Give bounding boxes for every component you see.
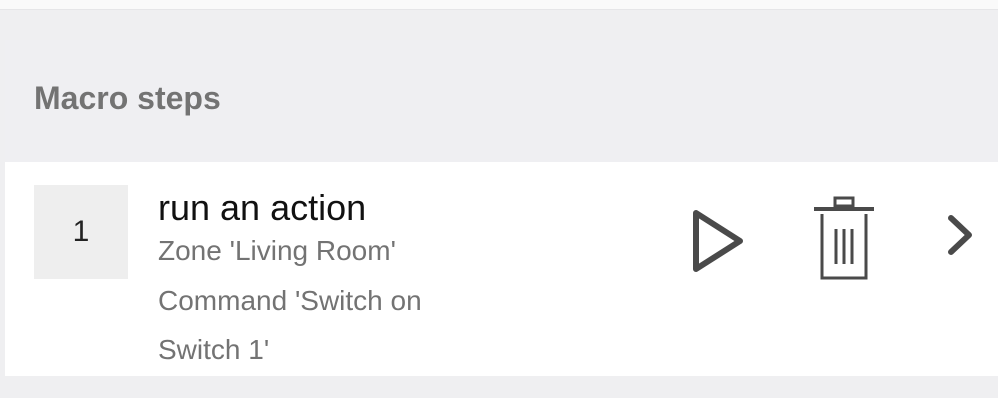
section-title: Macro steps (34, 80, 221, 116)
macro-steps-panel: Macro steps 1 run an action Zone 'Living… (5, 40, 998, 376)
open-step-button[interactable] (940, 212, 980, 258)
trash-icon (814, 196, 874, 280)
step-number: 1 (34, 185, 128, 279)
step-title: run an action (158, 187, 367, 228)
step-detail-zone: Zone 'Living Room' (158, 235, 396, 266)
macro-step-row[interactable]: 1 run an action Zone 'Living Room' Comma… (5, 162, 998, 376)
section-header: Macro steps (5, 40, 998, 160)
run-step-button[interactable] (690, 206, 746, 276)
step-detail-command-continued: Switch 1' (158, 334, 270, 365)
chevron-right-icon (948, 215, 972, 255)
play-icon (693, 210, 743, 272)
step-detail-command: Command 'Switch on (158, 285, 422, 316)
top-divider (0, 0, 998, 10)
delete-step-button[interactable] (809, 196, 879, 282)
